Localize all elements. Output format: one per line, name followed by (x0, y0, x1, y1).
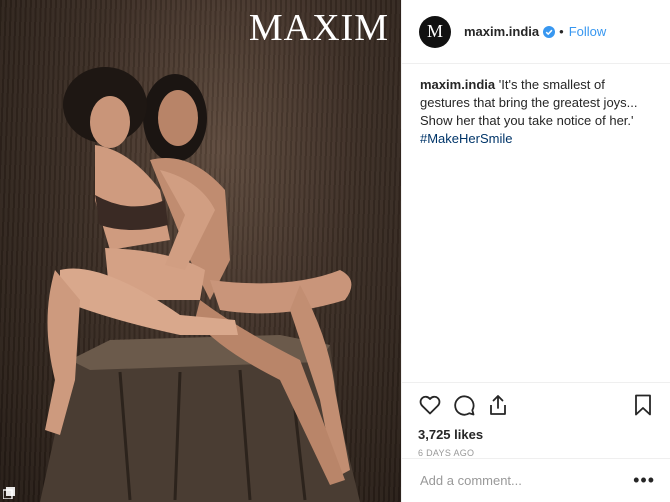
post-actions: 3,725 likes 6 DAYS AGO (402, 382, 670, 458)
post-header: M maxim.india • Follow (402, 0, 670, 64)
photo-illustration (40, 67, 360, 502)
post-details-panel: M maxim.india • Follow maxim.india 'It's… (401, 0, 670, 502)
more-options-button[interactable]: ••• (633, 470, 655, 491)
likes-count[interactable]: 3,725 likes (418, 427, 655, 442)
hashtag-link[interactable]: #MakeHerSmile (420, 131, 512, 146)
follow-button[interactable]: Follow (569, 24, 607, 39)
post-photo[interactable]: MAXIM (0, 0, 401, 502)
heart-icon[interactable] (418, 393, 442, 417)
comment-input[interactable] (420, 473, 634, 488)
avatar-letter: M (426, 21, 443, 41)
avatar[interactable]: M (419, 15, 451, 48)
username-link[interactable]: maxim.india (464, 24, 539, 39)
bookmark-icon[interactable] (631, 393, 655, 417)
comment-bar: ••• (402, 458, 670, 502)
post-timestamp[interactable]: 6 DAYS AGO (418, 448, 655, 458)
caption-username[interactable]: maxim.india (420, 77, 495, 92)
instagram-post: MAXIM M maxim.india • Follow maxim.india… (0, 0, 670, 502)
verified-badge-icon (543, 25, 556, 38)
share-icon[interactable] (486, 393, 510, 417)
header-separator: • (559, 24, 564, 39)
magazine-masthead: MAXIM (248, 7, 389, 49)
comment-icon[interactable] (452, 393, 476, 417)
post-caption: maxim.india 'It's the smallest of gestur… (402, 64, 670, 148)
carousel-badge-icon (3, 487, 15, 499)
action-icons-row (418, 391, 655, 419)
